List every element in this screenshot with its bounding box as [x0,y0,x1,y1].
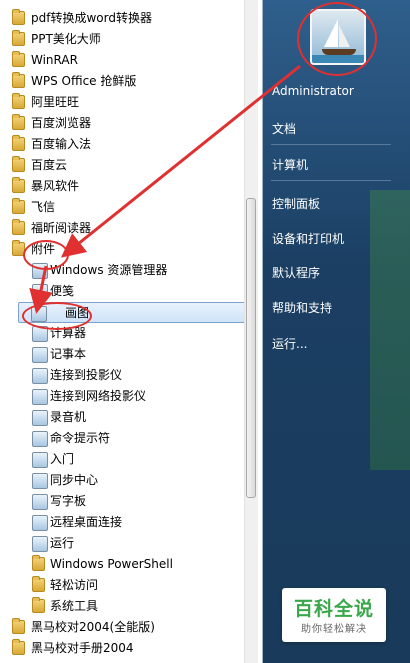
watermark-subtitle: 助你轻松解决 [301,624,367,635]
arrow-to-accessories [60,64,301,258]
arrow-to-paint [29,265,53,314]
annotation-arrows [29,64,301,314]
watermark-logo: 百科全说 助你轻松解决 [282,588,386,642]
watermark-title: 百科全说 [293,598,374,620]
